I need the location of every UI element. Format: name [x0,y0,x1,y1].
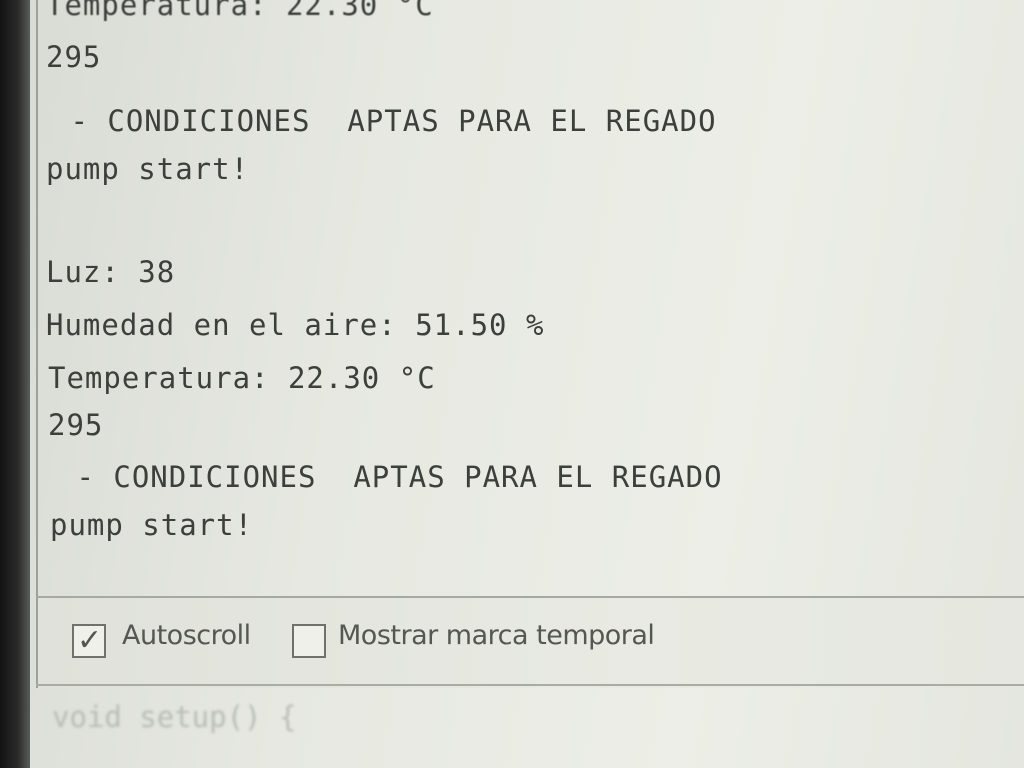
output-line: Temperatura: 22.30 °C [48,361,436,395]
monitor-bezel [0,0,30,768]
divider [36,684,1024,686]
output-line: Temperatura: 22.30 °C [46,0,434,22]
autoscroll-label[interactable]: Autoscroll [122,620,251,651]
output-line: - CONDICIONES APTAS PARA EL REGADO [58,460,723,494]
autoscroll-checkbox[interactable]: ✓ [72,624,106,658]
output-line: - CONDICIONES APTAS PARA EL REGADO [52,104,717,138]
code-editor-line[interactable]: void setup() { [52,700,296,734]
timestamp-label[interactable]: Mostrar marca temporal [338,620,655,651]
timestamp-checkbox[interactable] [292,624,326,658]
output-line: 295 [46,40,102,74]
output-line: Luz: 38 [46,255,176,289]
output-line: pump start! [50,508,254,542]
output-line: Humedad en el aire: 51.50 % [46,308,545,342]
serial-monitor-toolbar: ✓ Autoscroll Mostrar marca temporal [36,596,1024,688]
checkmark-icon: ✓ [77,623,103,658]
screen: Temperatura: 22.30 °C 295 - CONDICIONES … [0,0,1024,768]
output-line: pump start! [46,152,250,186]
output-line: 295 [48,408,104,442]
serial-monitor-output[interactable]: Temperatura: 22.30 °C 295 - CONDICIONES … [36,0,1024,596]
